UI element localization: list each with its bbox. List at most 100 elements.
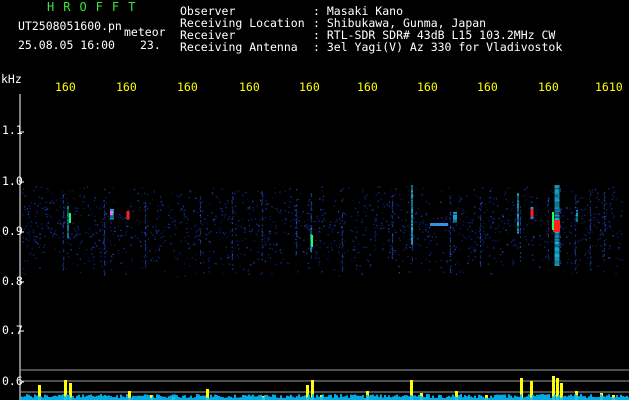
noise-pixel bbox=[582, 238, 585, 240]
noise-pixel bbox=[314, 221, 316, 223]
noise-streak-pixel bbox=[62, 196, 64, 199]
noise-streak-pixel bbox=[449, 245, 451, 247]
noise-streak-pixel bbox=[450, 213, 452, 215]
activity-baseline bbox=[20, 394, 629, 400]
noise-pixel bbox=[272, 243, 275, 245]
noise-pixel bbox=[92, 267, 95, 269]
noise-pixel bbox=[177, 258, 179, 260]
noise-pixel bbox=[96, 245, 98, 247]
noise-pixel bbox=[27, 211, 30, 213]
noise-pixel bbox=[567, 259, 570, 261]
noise-pixel bbox=[105, 250, 108, 253]
noise-pixel bbox=[307, 262, 309, 265]
baseline-segment bbox=[410, 395, 412, 400]
noise-streak-pixel bbox=[342, 268, 344, 270]
noise-pixel bbox=[467, 228, 469, 230]
noise-pixel bbox=[141, 231, 143, 234]
noise-pixel bbox=[206, 234, 208, 236]
noise-pixel bbox=[364, 211, 366, 213]
noise-streak-pixel bbox=[310, 217, 312, 219]
noise-pixel bbox=[291, 212, 293, 214]
meteor-echo-pixel bbox=[554, 195, 560, 197]
noise-pixel bbox=[552, 192, 554, 194]
noise-pixel bbox=[425, 246, 427, 249]
noise-pixel bbox=[92, 260, 95, 262]
baseline-segment bbox=[120, 394, 122, 400]
noise-pixel bbox=[78, 229, 80, 231]
noise-pixel bbox=[188, 247, 190, 249]
noise-pixel bbox=[44, 244, 46, 246]
noise-pixel bbox=[606, 212, 608, 215]
noise-pixel bbox=[110, 244, 112, 246]
meteor-echo-pixel bbox=[517, 223, 519, 225]
noise-pixel bbox=[265, 208, 267, 210]
noise-pixel bbox=[264, 235, 266, 237]
noise-streak-pixel bbox=[589, 228, 591, 231]
noise-streak-pixel bbox=[145, 266, 147, 268]
noise-pixel bbox=[393, 229, 396, 231]
noise-streak-pixel bbox=[520, 216, 522, 218]
baseline-segment bbox=[588, 396, 590, 400]
noise-pixel bbox=[172, 218, 174, 220]
noise-pixel bbox=[418, 223, 421, 225]
noise-pixel bbox=[110, 269, 112, 271]
meteor-echo-pixel bbox=[517, 227, 519, 229]
noise-pixel bbox=[453, 228, 455, 231]
noise-pixel bbox=[294, 205, 296, 207]
meteor-echo-pixel bbox=[411, 186, 413, 188]
noise-pixel bbox=[29, 235, 31, 237]
noise-pixel bbox=[514, 239, 516, 241]
noise-pixel bbox=[50, 231, 52, 234]
baseline-segment bbox=[108, 395, 110, 400]
baseline-segment bbox=[146, 394, 148, 400]
noise-streak-pixel bbox=[391, 255, 393, 257]
baseline-segment bbox=[470, 396, 472, 400]
noise-pixel bbox=[357, 211, 359, 213]
noise-pixel bbox=[69, 238, 71, 240]
noise-pixel bbox=[581, 197, 583, 199]
noise-pixel bbox=[385, 198, 387, 200]
baseline-segment bbox=[268, 396, 270, 400]
baseline-segment bbox=[534, 395, 536, 400]
noise-pixel bbox=[457, 201, 459, 203]
noise-pixel bbox=[468, 255, 470, 257]
noise-streak-pixel bbox=[144, 232, 146, 234]
noise-pixel bbox=[252, 209, 255, 211]
baseline-segment bbox=[82, 394, 84, 400]
noise-streak-pixel bbox=[104, 262, 106, 264]
noise-pixel bbox=[320, 209, 322, 211]
noise-pixel bbox=[223, 233, 226, 235]
noise-pixel bbox=[459, 200, 461, 202]
meteor-echo-pixel bbox=[554, 258, 560, 260]
noise-pixel bbox=[265, 200, 267, 202]
noise-pixel bbox=[418, 226, 420, 228]
noise-pixel bbox=[324, 212, 326, 214]
noise-pixel bbox=[350, 215, 352, 218]
noise-pixel bbox=[26, 245, 29, 247]
noise-pixel bbox=[382, 203, 384, 206]
noise-pixel bbox=[371, 209, 373, 211]
noise-streak-pixel bbox=[311, 225, 313, 227]
noise-pixel bbox=[507, 187, 510, 189]
noise-streak-pixel bbox=[231, 242, 233, 244]
noise-pixel bbox=[155, 232, 158, 234]
noise-streak-pixel bbox=[548, 257, 550, 260]
noise-pixel bbox=[562, 227, 565, 230]
baseline-segment bbox=[286, 395, 288, 400]
noise-streak-pixel bbox=[104, 248, 106, 250]
noise-pixel bbox=[91, 253, 93, 255]
noise-pixel bbox=[424, 224, 427, 226]
noise-pixel bbox=[236, 254, 239, 256]
noise-pixel bbox=[238, 190, 240, 192]
noise-pixel bbox=[358, 251, 360, 254]
noise-pixel bbox=[187, 257, 189, 259]
baseline-segment bbox=[258, 395, 260, 400]
noise-pixel bbox=[195, 231, 197, 233]
noise-pixel bbox=[264, 237, 266, 240]
noise-pixel bbox=[94, 220, 96, 222]
baseline-segment bbox=[272, 394, 274, 400]
noise-pixel bbox=[158, 216, 160, 218]
noise-streak-pixel bbox=[604, 204, 606, 206]
noise-pixel bbox=[193, 243, 195, 246]
noise-pixel bbox=[66, 241, 68, 243]
